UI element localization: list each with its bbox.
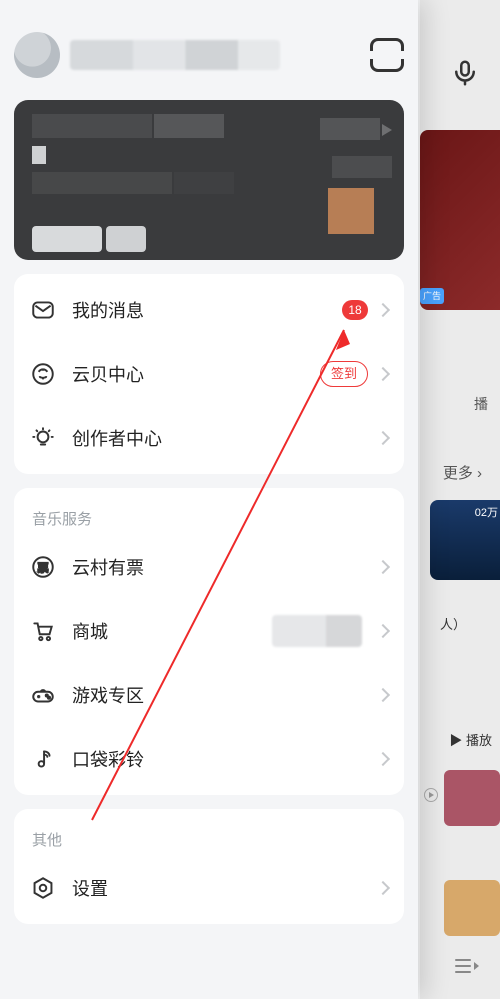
menu-label: 云村有票 [72, 554, 368, 580]
menu-label: 游戏专区 [72, 682, 368, 708]
svg-text:票: 票 [38, 561, 49, 574]
unread-badge: 18 [342, 300, 368, 320]
menu-group-other: 其他 设置 [14, 809, 404, 924]
chevron-right-icon [376, 431, 390, 445]
section-title: 音乐服务 [14, 492, 404, 535]
chevron-right-icon [376, 752, 390, 766]
promo-banner[interactable] [420, 130, 500, 310]
menu-item-settings[interactable]: 设置 [14, 856, 404, 920]
ticket-icon: 票 [30, 554, 56, 580]
menu-label: 我的消息 [72, 297, 342, 323]
cart-icon [30, 618, 56, 644]
avatar[interactable] [14, 32, 60, 78]
playlist-caption: 人） [440, 614, 466, 633]
chevron-right-icon [376, 303, 390, 317]
menu-item-ringtone[interactable]: 口袋彩铃 [14, 727, 404, 791]
side-drawer: 我的消息 18 云贝中心 签到 创作者中心 音乐服务 票 云村有票 [0, 0, 418, 999]
menu-label: 设置 [72, 875, 368, 901]
username-redacted [70, 40, 280, 70]
chevron-right-icon [376, 688, 390, 702]
background-content: 广告 播 数字 更多 › 02万 人） 一个 听忄 ▶ 播放 [420, 0, 500, 999]
store-promo-redacted [272, 615, 362, 647]
menu-item-creator[interactable]: 创作者中心 [14, 406, 404, 470]
play-mini-icon[interactable] [424, 788, 438, 802]
chevron-right-icon [376, 367, 390, 381]
queue-icon[interactable] [454, 956, 480, 981]
play-count: 02万 [475, 504, 498, 520]
vip-banner[interactable] [14, 100, 404, 260]
ringtone-icon [30, 746, 56, 772]
chevron-right-icon [376, 881, 390, 895]
menu-item-tickets[interactable]: 票 云村有票 [14, 535, 404, 599]
menu-item-yunbei[interactable]: 云贝中心 签到 [14, 342, 404, 406]
bulb-icon [30, 425, 56, 451]
coin-icon [30, 361, 56, 387]
menu-label: 商城 [72, 618, 272, 644]
menu-item-games[interactable]: 游戏专区 [14, 663, 404, 727]
chevron-right-icon [376, 624, 390, 638]
play-all-button[interactable]: ▶ 播放 [449, 730, 492, 749]
track-thumb[interactable] [444, 880, 500, 936]
menu-group-music-services: 音乐服务 票 云村有票 商城 游戏专区 口袋 [14, 488, 404, 795]
playlist-thumb[interactable]: 02万 [430, 500, 500, 580]
drawer-header [14, 10, 404, 100]
ad-badge: 广告 [420, 288, 444, 304]
menu-item-store[interactable]: 商城 [14, 599, 404, 663]
signin-pill[interactable]: 签到 [320, 361, 368, 387]
settings-icon [30, 875, 56, 901]
menu-group-primary: 我的消息 18 云贝中心 签到 创作者中心 [14, 274, 404, 474]
gamepad-icon [30, 682, 56, 708]
menu-label: 云贝中心 [72, 361, 320, 387]
category-label[interactable]: 播 [474, 394, 488, 414]
mic-icon[interactable] [450, 58, 480, 88]
menu-label: 创作者中心 [72, 425, 368, 451]
scan-icon[interactable] [370, 38, 404, 72]
mail-icon [30, 297, 56, 323]
chevron-right-icon [376, 560, 390, 574]
menu-item-messages[interactable]: 我的消息 18 [14, 278, 404, 342]
section-title: 其他 [14, 813, 404, 856]
menu-label: 口袋彩铃 [72, 746, 368, 772]
more-link[interactable]: 更多 › [443, 462, 482, 483]
track-thumb[interactable] [444, 770, 500, 826]
